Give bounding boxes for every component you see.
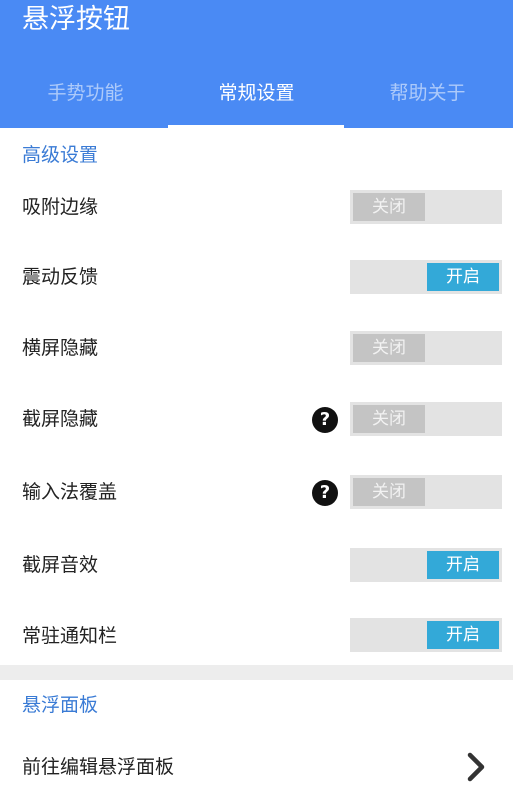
tab-general-settings[interactable]: 常规设置 [171,64,342,125]
setting-row-vibration-feedback: 震动反馈 开启 [0,242,513,312]
chevron-right-icon[interactable] [462,751,490,783]
section-header-floating-panel: 悬浮面板 [22,694,99,716]
app-title: 悬浮按钮 [22,4,130,35]
switch-state-text: 开启 [427,621,499,649]
tab-bar: 手势功能 常规设置 帮助关于 [0,64,513,128]
setting-label: 截屏音效 [22,554,99,576]
setting-label: 横屏隐藏 [22,337,99,359]
switch-state-text: 关闭 [353,193,425,221]
setting-label: 吸附边缘 [22,196,99,218]
help-icon[interactable]: ? [312,480,338,506]
setting-row-snap-edge: 吸附边缘 关闭 [0,172,513,242]
setting-row-screenshot-sound: 截屏音效 开启 [0,530,513,600]
setting-row-hide-screenshot: 截屏隐藏 ? 关闭 [0,384,513,454]
active-tab-indicator [168,125,344,128]
switch-state-text: 开启 [427,263,499,291]
help-icon[interactable]: ? [312,407,338,433]
hide-landscape-switch[interactable]: 关闭 [350,331,502,365]
setting-row-hide-landscape: 横屏隐藏 关闭 [0,313,513,383]
switch-state-text: 开启 [427,551,499,579]
tab-gestures[interactable]: 手势功能 [0,64,171,125]
vibration-feedback-switch[interactable]: 开启 [350,260,502,294]
edit-floating-panel-row[interactable]: 前往编辑悬浮面板 [0,732,513,802]
edit-floating-panel-label: 前往编辑悬浮面板 [22,756,175,778]
setting-label: 截屏隐藏 [22,408,99,430]
setting-row-persistent-notification: 常驻通知栏 开启 [0,601,513,671]
switch-state-text: 关闭 [353,478,425,506]
tab-help-about[interactable]: 帮助关于 [342,64,513,125]
ime-overlay-switch[interactable]: 关闭 [350,475,502,509]
snap-edge-switch[interactable]: 关闭 [350,190,502,224]
setting-label: 震动反馈 [22,266,99,288]
switch-state-text: 关闭 [353,334,425,362]
setting-label: 输入法覆盖 [22,481,118,503]
screenshot-sound-switch[interactable]: 开启 [350,548,502,582]
app-bar: 悬浮按钮 手势功能 常规设置 帮助关于 [0,0,513,128]
setting-label: 常驻通知栏 [22,625,118,647]
section-header-advanced: 高级设置 [22,144,99,166]
setting-row-ime-overlay: 输入法覆盖 ? 关闭 [0,457,513,527]
persistent-notification-switch[interactable]: 开启 [350,618,502,652]
section-divider [0,665,513,680]
hide-screenshot-switch[interactable]: 关闭 [350,402,502,436]
switch-state-text: 关闭 [353,405,425,433]
